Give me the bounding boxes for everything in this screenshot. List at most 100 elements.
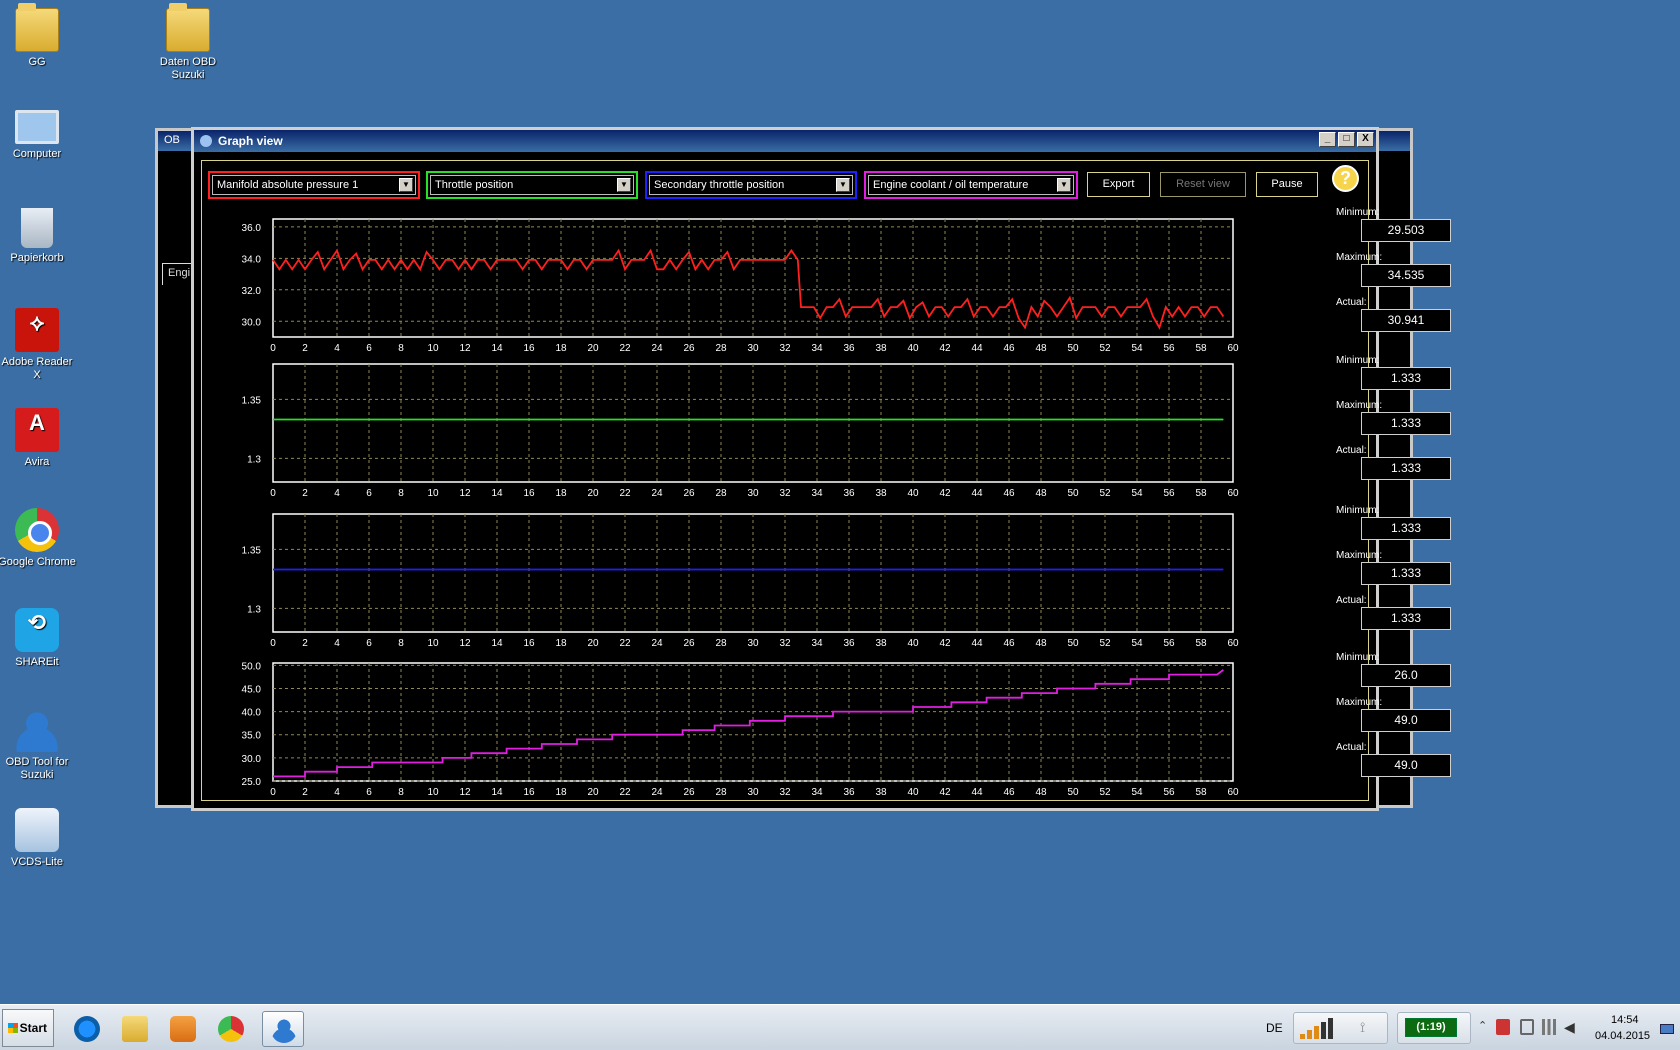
- media-player-icon: [170, 1016, 196, 1042]
- x-tick-label: 46: [1003, 343, 1015, 354]
- minimize-button[interactable]: _: [1319, 132, 1336, 147]
- x-tick-label: 46: [1003, 638, 1015, 649]
- power-icon[interactable]: [1520, 1019, 1534, 1035]
- x-tick-label: 26: [683, 638, 695, 649]
- battery-indicator[interactable]: (1:19): [1405, 1018, 1457, 1037]
- x-tick-label: 38: [875, 488, 887, 499]
- y-tick-label: 35.0: [242, 731, 262, 742]
- desktop-icon-papierkorb[interactable]: Papierkorb: [0, 208, 77, 265]
- chart-4-actual-value: 49.0: [1361, 754, 1451, 777]
- desktop-icon-daten-obd-suzuki[interactable]: Daten OBD Suzuki: [148, 3, 228, 82]
- maximize-button[interactable]: □: [1338, 132, 1355, 147]
- x-tick-label: 0: [270, 638, 276, 649]
- signal-tray-group[interactable]: ⟟: [1293, 1012, 1388, 1044]
- chart-4-maximum-label: Maximum:: [1336, 697, 1383, 708]
- x-tick-label: 44: [971, 638, 983, 649]
- desktop-icon-vcds-lite[interactable]: VCDS-Lite: [0, 808, 77, 869]
- x-tick-label: 36: [843, 638, 855, 649]
- x-tick-label: 60: [1227, 638, 1239, 649]
- chart-4-minimum-value: 26.0: [1361, 664, 1451, 687]
- close-button[interactable]: X: [1357, 132, 1374, 147]
- chart-1-actual-label: Actual:: [1336, 297, 1367, 308]
- x-tick-label: 52: [1099, 638, 1111, 649]
- x-tick-label: 48: [1035, 488, 1047, 499]
- desktop-icon-gg[interactable]: GG: [0, 3, 77, 69]
- chart-3-maximum-value: 1.333: [1361, 562, 1451, 585]
- show-hidden-icons-icon[interactable]: ⌃: [1478, 1019, 1492, 1035]
- desktop-icon-label: Computer: [12, 148, 62, 160]
- clock-date[interactable]: 04.04.2015: [1595, 1030, 1650, 1042]
- desktop-icon-google-chrome[interactable]: Google Chrome: [0, 508, 77, 569]
- taskbar-chrome[interactable]: [210, 1011, 252, 1047]
- x-tick-label: 34: [811, 343, 823, 354]
- x-tick-label: 20: [587, 787, 599, 798]
- desktop-icon-label: Google Chrome: [0, 556, 76, 568]
- chart-3-maximum-label: Maximum:: [1336, 550, 1383, 561]
- desktop-icon-shareit[interactable]: ⟲ SHAREit: [0, 608, 77, 669]
- clock-time[interactable]: 14:54: [1611, 1014, 1639, 1026]
- x-tick-label: 16: [523, 638, 535, 649]
- x-tick-label: 52: [1099, 343, 1111, 354]
- action-center-icon[interactable]: [1496, 1019, 1510, 1035]
- x-tick-label: 16: [523, 787, 535, 798]
- x-tick-label: 24: [651, 343, 663, 354]
- x-tick-label: 42: [939, 638, 951, 649]
- desktop-icon-label: Papierkorb: [10, 252, 64, 264]
- x-tick-label: 30: [747, 787, 759, 798]
- chart-4-actual-label: Actual:: [1336, 742, 1367, 753]
- taskbar-obd-tool[interactable]: [262, 1011, 304, 1047]
- x-tick-label: 30: [747, 488, 759, 499]
- taskbar-media-player[interactable]: [162, 1011, 204, 1047]
- x-tick-label: 12: [459, 343, 471, 354]
- chart-3-minimum-value: 1.333: [1361, 517, 1451, 540]
- x-tick-label: 2: [302, 488, 308, 499]
- x-tick-label: 40: [907, 343, 919, 354]
- x-tick-label: 24: [651, 638, 663, 649]
- show-desktop-icon[interactable]: [1660, 1024, 1674, 1034]
- x-tick-label: 34: [811, 488, 823, 499]
- desktop-icon-adobe-reader[interactable]: ⟡ Adobe Reader X: [0, 308, 77, 382]
- y-tick-label: 30.0: [242, 754, 262, 765]
- plot-area: [272, 218, 1234, 338]
- x-tick-label: 52: [1099, 787, 1111, 798]
- x-tick-label: 42: [939, 488, 951, 499]
- x-tick-label: 4: [334, 488, 340, 499]
- x-tick-label: 50: [1067, 787, 1079, 798]
- x-tick-label: 20: [587, 638, 599, 649]
- vcds-icon: [15, 808, 59, 852]
- background-window-title: OB: [164, 134, 180, 146]
- taskbar-explorer[interactable]: [114, 1011, 156, 1047]
- charts-area: 0 2 4 6 8 10 12 14 16 18 20 22 24 26 28 30 32 34 36 38 40 42 4…: [242, 218, 1239, 798]
- desktop-icon-avira[interactable]: A Avira: [0, 408, 77, 469]
- x-tick-label: 6: [366, 488, 372, 499]
- desktop-icon-label: OBD Tool for Suzuki: [5, 756, 69, 781]
- x-tick-label: 30: [747, 638, 759, 649]
- x-tick-label: 8: [398, 787, 404, 798]
- x-tick-label: 0: [270, 343, 276, 354]
- x-tick-label: 2: [302, 638, 308, 649]
- x-tick-label: 50: [1067, 638, 1079, 649]
- language-indicator[interactable]: DE: [1266, 1021, 1283, 1035]
- x-tick-label: 44: [971, 343, 983, 354]
- x-tick-label: 42: [939, 787, 951, 798]
- x-tick-label: 40: [907, 638, 919, 649]
- chart-2-actual-value: 1.333: [1361, 457, 1451, 480]
- app-icon: [200, 135, 212, 147]
- desktop-icon-computer[interactable]: Computer: [0, 110, 77, 161]
- taskbar-internet-explorer[interactable]: [66, 1011, 108, 1047]
- internet-explorer-icon: [74, 1016, 100, 1042]
- start-button[interactable]: Start: [2, 1009, 54, 1047]
- network-icon[interactable]: [1542, 1019, 1556, 1035]
- volume-icon[interactable]: ◀: [1564, 1019, 1578, 1035]
- x-tick-label: 14: [491, 787, 503, 798]
- chart-3: 0 2 4 6 8 10 12 14 16 18 20 22 24 26 28 30 32 34 36 38 40 42 4…: [242, 513, 1239, 649]
- x-tick-label: 32: [779, 787, 791, 798]
- x-tick-label: 26: [683, 343, 695, 354]
- y-tick-label: 50.0: [242, 661, 262, 672]
- y-tick-label: 1.35: [242, 395, 262, 406]
- explorer-folder-icon: [122, 1016, 148, 1042]
- signal-strength-icon: [1300, 1018, 1333, 1039]
- window-title: Graph view: [218, 134, 283, 148]
- desktop-icon-obd-tool[interactable]: OBD Tool for Suzuki: [0, 708, 77, 782]
- obd-tool-icon: [271, 1017, 297, 1043]
